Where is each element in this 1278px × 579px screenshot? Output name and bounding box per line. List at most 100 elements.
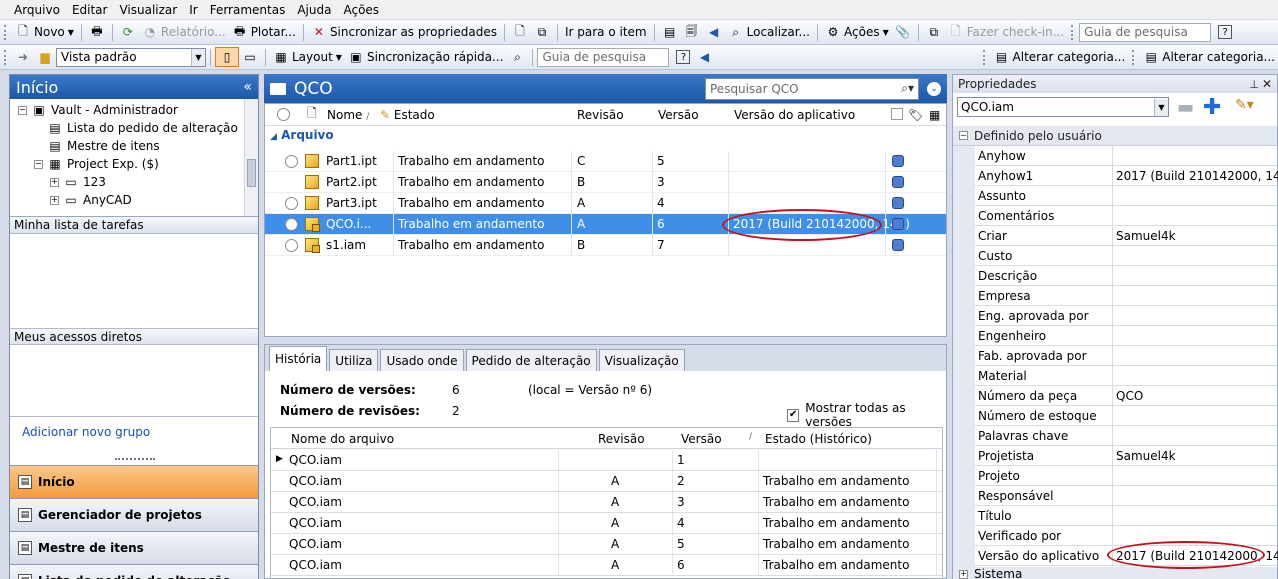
collapse-icon[interactable]: −	[34, 159, 43, 169]
tab-1[interactable]: Utiliza	[329, 349, 379, 371]
select-all-checkbox[interactable]	[891, 108, 903, 120]
back-button[interactable]: ◀	[703, 24, 725, 40]
file-row[interactable]: Part2.ipt Trabalho em andamento B 3	[265, 172, 946, 193]
show-all-versions-checkbox[interactable]: ✔ Mostrar todas as versões	[787, 401, 946, 429]
row-radio[interactable]	[285, 155, 298, 168]
view-select[interactable]: Vista padrão ▼	[56, 47, 206, 67]
plot-button[interactable]: 🖶 Plotar...	[229, 24, 299, 40]
toolbar-grip[interactable]	[982, 49, 987, 65]
property-row[interactable]: Descrição	[975, 266, 1277, 286]
item-icon-button[interactable]: ▤	[659, 24, 681, 40]
nav-button-0[interactable]: ▤ Início	[10, 465, 258, 498]
back-button-2[interactable]: ◀	[693, 49, 715, 65]
col-versao-aplicativo[interactable]: Versão do aplicativo	[734, 108, 855, 122]
row-radio[interactable]	[285, 218, 298, 231]
history-row[interactable]: QCO.iam A 3 Trabalho em andamento	[271, 492, 942, 513]
toolbar-grip[interactable]	[4, 24, 8, 40]
checkout-button[interactable]: ⧉	[923, 24, 945, 40]
layout-button[interactable]: ▦ Layout ▼	[270, 49, 345, 65]
tab-4[interactable]: Visualização	[598, 349, 685, 371]
header-radio[interactable]	[277, 108, 290, 121]
property-row[interactable]: Engenheiro	[975, 326, 1277, 346]
search-icon[interactable]: ⌕▾	[901, 81, 918, 96]
edit-properties-icon[interactable]: ✎▾	[1235, 97, 1254, 113]
attach-button[interactable]: 📎	[892, 24, 914, 40]
col-state-history[interactable]: Estado (Histórico)	[765, 432, 872, 446]
nav-button-2[interactable]: ▤ Mestre de itens	[10, 531, 258, 564]
property-row[interactable]: Comentários	[975, 206, 1277, 226]
history-row[interactable]: QCO.iam A 6 Trabalho em andamento	[271, 555, 942, 576]
tree-node[interactable]: − ▣ Vault - Administrador	[18, 101, 178, 119]
property-row[interactable]: Custo	[975, 246, 1277, 266]
property-row[interactable]: Número da peça QCO	[975, 386, 1277, 406]
expand-icon[interactable]: +	[50, 195, 59, 205]
history-row[interactable]: QCO.iam A 5 Trabalho em andamento	[271, 534, 942, 555]
property-row[interactable]: Empresa	[975, 286, 1277, 306]
expand-icon[interactable]: +	[50, 177, 59, 187]
tree-node[interactable]: ▤ Lista do pedido de alteração	[34, 119, 237, 137]
tree-node[interactable]: − ▦ Project Exp. ($)	[34, 155, 159, 173]
property-row[interactable]: Projeto	[975, 466, 1277, 486]
column-chooser-icon[interactable]: ▦	[929, 108, 940, 122]
group-system[interactable]: + Sistema	[953, 567, 1277, 579]
property-row[interactable]: Palavras chave	[975, 426, 1277, 446]
toolbar-grip[interactable]	[1132, 49, 1136, 65]
change-category-button-1[interactable]: ▤ Alterar categoria...	[991, 49, 1129, 65]
close-icon[interactable]: ✕	[1262, 77, 1272, 91]
property-row[interactable]: Título	[975, 506, 1277, 526]
quick-sync-button[interactable]: ▣ Sincronização rápida...	[345, 49, 507, 65]
collapse-icon[interactable]: «	[243, 79, 252, 95]
tab-0[interactable]: História	[269, 346, 328, 371]
folder-up-button[interactable]: ▆	[34, 49, 56, 65]
sync-properties-button[interactable]: ✕ Sincronizar as propriedades	[308, 24, 500, 40]
tree-scrollbar[interactable]	[244, 99, 258, 216]
preview-pane-button[interactable]: ▭	[239, 49, 261, 65]
property-row[interactable]: Criar Samuel4k	[975, 226, 1277, 246]
menu-item[interactable]: Visualizar	[113, 3, 183, 17]
pin-icon[interactable]: ⊥	[1249, 78, 1259, 91]
add-group-link[interactable]: Adicionar novo grupo	[10, 417, 258, 447]
toolbar-grip[interactable]	[4, 49, 8, 65]
group-arquivo[interactable]: ◢ Arquivo	[270, 128, 334, 142]
property-row[interactable]: Anyhow	[975, 146, 1277, 166]
property-row[interactable]: Responsável	[975, 486, 1277, 506]
actions-button[interactable]: ⚙ Ações ▼	[822, 24, 892, 40]
menu-item[interactable]: Ferramentas	[204, 3, 292, 17]
tree-node[interactable]: ▤ Mestre de itens	[34, 137, 159, 155]
add-file-button[interactable]: 🗋	[509, 24, 531, 40]
group-user-defined[interactable]: − Definido pelo usuário	[953, 126, 1277, 146]
menu-item[interactable]: Ações	[337, 3, 385, 17]
nav-arrow-button[interactable]: ➜	[12, 49, 34, 65]
history-row[interactable]: QCO.iam A 4 Trabalho em andamento	[271, 513, 942, 534]
expand-icon[interactable]: ⌄	[927, 82, 941, 96]
history-row[interactable]: ▶ QCO.iam 1	[271, 450, 942, 471]
row-radio[interactable]	[285, 239, 298, 252]
nav-button-3[interactable]: ▤Lista do pedido de alteração	[10, 564, 258, 579]
property-row[interactable]: Assunto	[975, 186, 1277, 206]
scrollbar-thumb[interactable]	[247, 159, 256, 187]
col-file-name[interactable]: Nome do arquivo	[291, 432, 394, 446]
refresh-button[interactable]: ⟳	[117, 24, 139, 40]
col-versao[interactable]: Versão	[658, 108, 699, 122]
collapse-icon[interactable]: −	[18, 105, 27, 115]
tag-icon[interactable]: 🏷	[908, 108, 923, 122]
go-to-item-button[interactable]: Ir para o item	[562, 25, 650, 39]
panel-toggle-button[interactable]: ▯	[215, 47, 239, 67]
properties-object-select[interactable]: QCO.iam ▼	[957, 97, 1169, 117]
tab-3[interactable]: Pedido de alteração	[465, 349, 597, 371]
property-row[interactable]: Número de estoque	[975, 406, 1277, 426]
tree-node[interactable]: + ▭ 123	[50, 173, 106, 191]
toolbar-grip[interactable]	[1071, 24, 1075, 40]
col-nome[interactable]: Nome /	[327, 108, 369, 122]
print-button[interactable]: 🖶	[86, 24, 108, 40]
property-row[interactable]: Projetista Samuel4k	[975, 446, 1277, 466]
row-radio[interactable]	[285, 197, 298, 210]
col-revision[interactable]: Revisão	[598, 432, 645, 446]
col-estado[interactable]: ✎ Estado	[380, 108, 435, 122]
tree-node[interactable]: + ▭ AnyCAD	[50, 191, 132, 209]
menu-item[interactable]: Ir	[183, 3, 203, 17]
history-row[interactable]: QCO.iam A 2 Trabalho em andamento	[271, 471, 942, 492]
search-guide-input[interactable]: Guia de pesquisa	[1079, 22, 1212, 42]
search-button[interactable]: ⌕	[506, 49, 528, 65]
checkin-button[interactable]: 🗋 Fazer check-in...	[945, 24, 1067, 40]
